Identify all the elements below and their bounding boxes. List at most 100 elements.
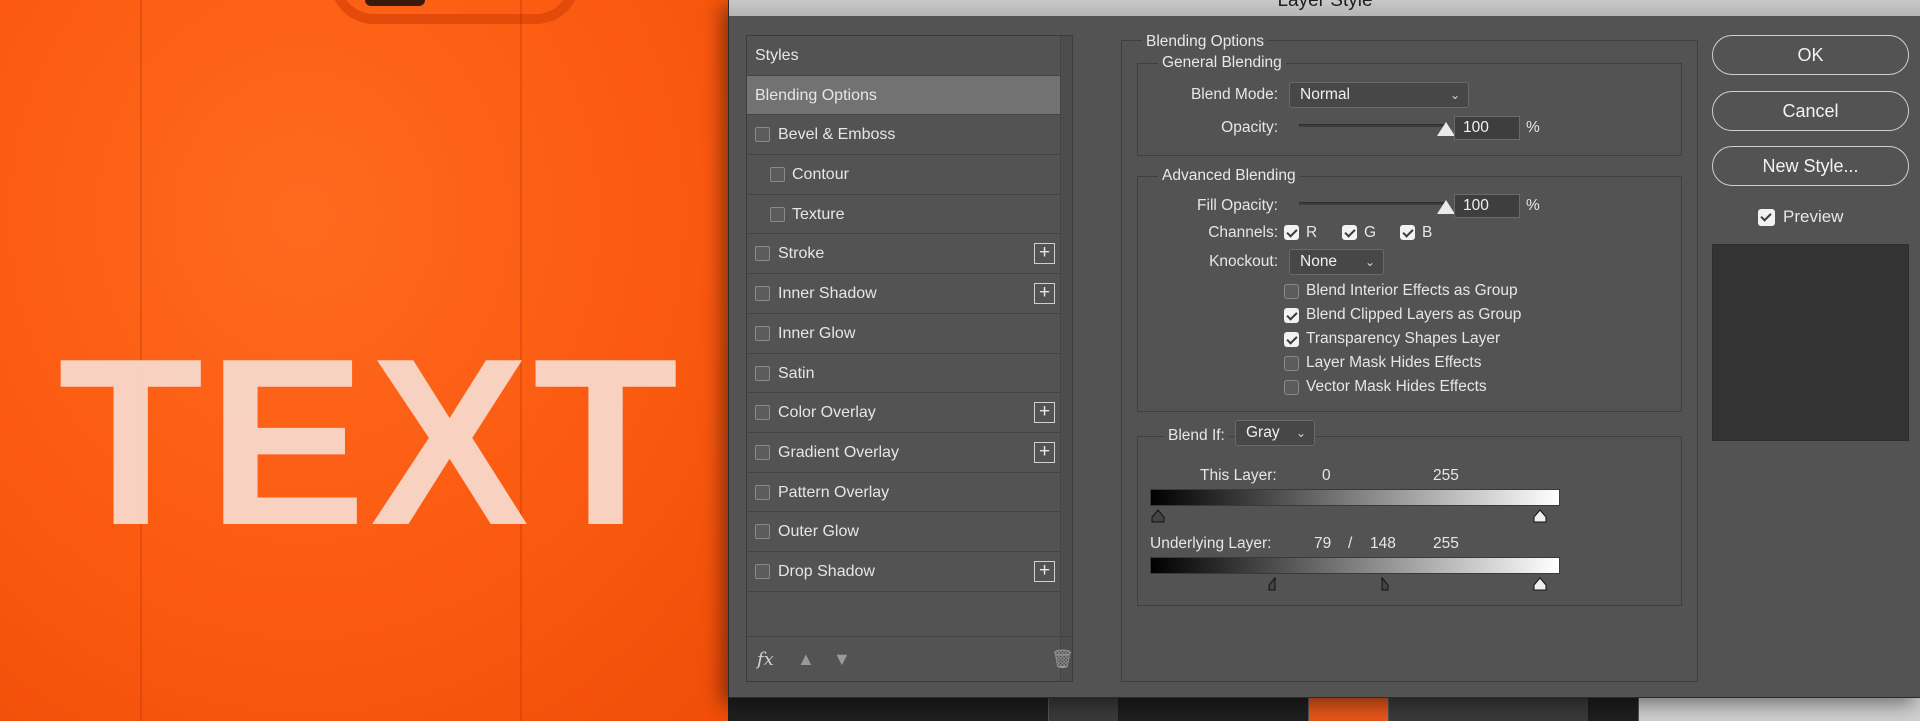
blending-options-item[interactable]: Blending Options [747,75,1061,116]
styles-header[interactable]: Styles [747,36,1061,76]
ok-button[interactable]: OK [1712,35,1909,75]
style-item-checkbox[interactable] [755,325,770,341]
style-item-label: Drop Shadow [778,562,875,580]
style-item-checkbox[interactable] [755,484,770,500]
underlying-black-stop-right-half[interactable] [1375,577,1389,591]
chevron-down-icon: ⌄ [1364,255,1375,269]
chevron-down-icon: ⌄ [1295,426,1306,440]
advanced-option-checkbox[interactable] [1284,284,1299,299]
preview-swatch [1712,244,1909,441]
opacity-slider-thumb[interactable] [1437,122,1455,136]
blend-if-select[interactable]: Gray ⌄ [1235,420,1315,446]
underlying-separator: / [1348,535,1353,552]
style-item-checkbox[interactable] [755,524,770,540]
this-layer-black-stop[interactable] [1151,509,1165,523]
underlying-low-a-value: 79 [1314,535,1332,552]
style-item-bevel-emboss[interactable]: Bevel & Emboss [747,115,1061,156]
strip-thumb [1308,696,1388,721]
arrow-up-icon[interactable]: ▲ [797,649,815,670]
opacity-input[interactable]: 100 [1454,116,1520,140]
plus-square-icon[interactable]: + [1034,441,1055,463]
general-blending-group: General Blending Blend Mode: Normal ⌄ Op… [1137,54,1682,156]
style-item-checkbox[interactable] [755,444,770,460]
styles-scrollbar[interactable] [1060,36,1072,681]
channel-b-checkbox[interactable] [1400,225,1415,240]
style-item-checkbox[interactable] [755,246,770,262]
style-item-label: Satin [778,364,815,382]
style-item-checkbox[interactable] [755,286,770,302]
style-item-checkbox[interactable] [755,405,770,421]
style-item-texture[interactable]: Texture [747,195,1061,235]
advanced-option-label: Layer Mask Hides Effects [1306,354,1482,371]
style-item-label: Inner Glow [778,324,856,342]
styles-footer: fx ▲ ▼ 🗑 [747,636,1074,681]
blending-options-title: Blending Options [1142,33,1269,51]
underlying-layer-gradient [1150,557,1560,574]
opacity-slider[interactable] [1299,124,1445,127]
trash-icon[interactable]: 🗑 [1051,649,1074,670]
this-layer-high-value: 255 [1433,467,1459,484]
blend-mode-select[interactable]: Normal ⌄ [1289,82,1469,108]
underlying-high-value: 255 [1433,535,1459,552]
style-item-label: Texture [792,205,845,223]
advanced-option-checkbox[interactable] [1284,332,1299,347]
style-item-inner-shadow[interactable]: Inner Shadow + [747,274,1061,314]
canvas-shirt-image: TEXT [0,0,760,721]
style-item-checkbox[interactable] [755,127,770,143]
advanced-option-checkbox[interactable] [1284,308,1299,323]
plus-square-icon[interactable]: + [1034,402,1055,424]
layers-strip [728,696,1920,721]
plus-square-icon[interactable]: + [1034,243,1055,265]
blend-mode-label: Blend Mode: [1190,86,1278,103]
shirt-tag [365,0,425,6]
advanced-option-label: Vector Mask Hides Effects [1306,378,1487,395]
arrow-down-icon[interactable]: ▼ [833,649,851,670]
preview-checkbox[interactable] [1758,209,1775,226]
plus-square-icon[interactable]: + [1034,283,1055,305]
knockout-label: Knockout: [1209,253,1278,270]
style-item-checkbox[interactable] [770,206,785,222]
channel-b-label: B [1422,224,1433,241]
channel-r-checkbox[interactable] [1284,225,1299,240]
style-item-checkbox[interactable] [755,365,770,381]
style-item-checkbox[interactable] [770,167,785,183]
style-item-checkbox[interactable] [755,563,770,579]
new-style-button[interactable]: New Style... [1712,146,1909,186]
style-item-pattern-overlay[interactable]: Pattern Overlay [747,473,1061,513]
strip-thumb [1638,696,1920,721]
fill-opacity-slider-thumb[interactable] [1437,200,1455,214]
style-item-label: Outer Glow [778,523,859,541]
plus-square-icon[interactable]: + [1034,560,1055,582]
advanced-blending-group: Advanced Blending Fill Opacity: 100 % Ch… [1137,167,1682,412]
blend-mode-value: Normal [1300,86,1350,103]
underlying-black-stop-left-half[interactable] [1268,577,1282,591]
style-item-label: Contour [792,166,849,184]
advanced-option-checkbox[interactable] [1284,356,1299,371]
style-item-drop-shadow[interactable]: Drop Shadow + [747,552,1061,592]
style-item-color-overlay[interactable]: Color Overlay + [747,393,1061,433]
fill-opacity-slider[interactable] [1299,202,1445,205]
blend-if-label: Blend If: [1164,427,1229,445]
style-item-satin[interactable]: Satin [747,354,1061,394]
opacity-label: Opacity: [1221,119,1278,136]
style-item-label: Inner Shadow [778,285,877,303]
underlying-white-stop[interactable] [1533,577,1547,591]
cancel-button[interactable]: Cancel [1712,91,1909,131]
style-item-stroke[interactable]: Stroke + [747,234,1061,275]
channel-g-checkbox[interactable] [1342,225,1357,240]
fill-opacity-label: Fill Opacity: [1197,197,1278,214]
fill-opacity-input[interactable]: 100 [1454,194,1520,218]
dialog-titlebar[interactable]: Layer Style [729,0,1920,16]
blending-options-panel: Blending Options General Blending Blend … [1121,33,1698,682]
style-item-contour[interactable]: Contour [747,155,1061,195]
this-layer-white-stop[interactable] [1533,509,1547,523]
style-item-gradient-overlay[interactable]: Gradient Overlay + [747,433,1061,473]
advanced-option-checkbox[interactable] [1284,380,1299,395]
style-item-outer-glow[interactable]: Outer Glow [747,512,1061,552]
knockout-select[interactable]: None ⌄ [1289,249,1384,275]
preview-label: Preview [1783,207,1844,226]
fill-opacity-unit: % [1526,197,1540,214]
fx-menu-button[interactable]: fx [757,649,774,670]
styles-list: Styles Blending Options Bevel & Emboss Co… [747,36,1061,592]
style-item-inner-glow[interactable]: Inner Glow [747,314,1061,354]
